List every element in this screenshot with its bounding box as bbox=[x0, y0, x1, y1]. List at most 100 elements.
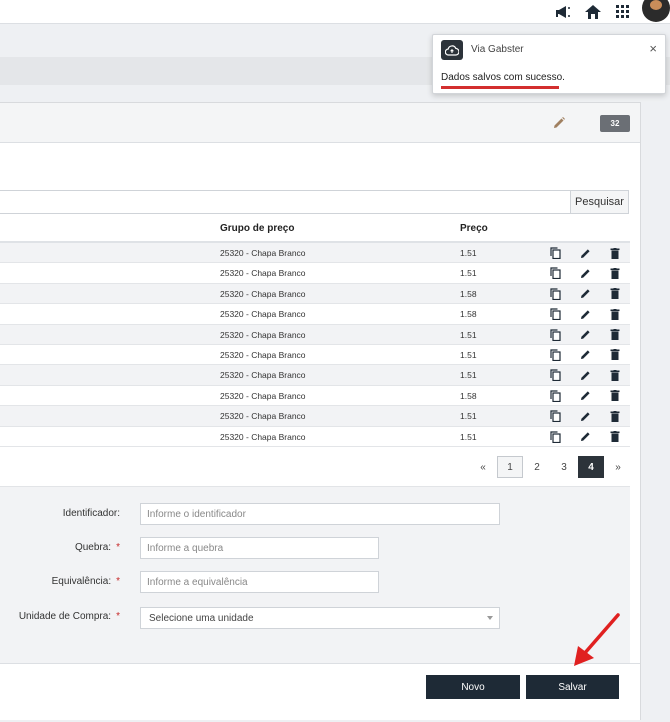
cell-preco: 1.51 bbox=[460, 329, 477, 340]
toast-message: Dados salvos com sucesso. bbox=[441, 72, 565, 83]
column-header-grupo: Grupo de preço bbox=[220, 223, 295, 234]
copy-icon[interactable] bbox=[548, 287, 562, 301]
chevron-down-icon bbox=[487, 616, 493, 620]
required-mark: * bbox=[116, 576, 120, 587]
table-row: 25320 - Chapa Branco 1.58 bbox=[0, 386, 630, 407]
label-equivalencia: Equivalência: * bbox=[52, 576, 120, 587]
apps-grid-icon[interactable] bbox=[608, 0, 638, 24]
cell-grupo: 25320 - Chapa Branco bbox=[220, 390, 306, 401]
identificador-input[interactable] bbox=[140, 503, 500, 525]
pencil-icon[interactable] bbox=[578, 430, 592, 444]
pencil-icon[interactable] bbox=[578, 246, 592, 260]
pencil-icon[interactable] bbox=[578, 307, 592, 321]
table-row: 25320 - Chapa Branco 1.58 bbox=[0, 304, 630, 325]
price-table: Grupo de preço Preço 25320 - Chapa Branc… bbox=[0, 214, 630, 447]
cell-grupo: 25320 - Chapa Branco bbox=[220, 288, 306, 299]
cloud-upload-icon bbox=[441, 40, 463, 60]
table-row: 25320 - Chapa Branco 1.51 bbox=[0, 324, 630, 345]
pencil-icon[interactable] bbox=[578, 389, 592, 403]
cell-grupo: 25320 - Chapa Branco bbox=[220, 268, 306, 279]
cell-grupo: 25320 - Chapa Branco bbox=[220, 309, 306, 320]
home-icon[interactable] bbox=[578, 0, 608, 24]
pagination-prev[interactable]: « bbox=[470, 456, 496, 478]
table-header: Grupo de preço Preço bbox=[0, 214, 630, 243]
salvar-button[interactable]: Salvar bbox=[526, 675, 619, 699]
highlight-underline bbox=[441, 86, 559, 89]
required-mark: * bbox=[116, 611, 120, 622]
unidade-select-value: Selecione uma unidade bbox=[149, 612, 254, 624]
count-badge: 32 bbox=[600, 115, 630, 132]
avatar[interactable] bbox=[642, 0, 670, 22]
pencil-icon[interactable] bbox=[578, 328, 592, 342]
page-2[interactable]: 2 bbox=[524, 456, 550, 478]
panel-header: 32 bbox=[0, 103, 640, 143]
pencil-icon[interactable] bbox=[578, 348, 592, 362]
trash-icon[interactable] bbox=[608, 368, 622, 382]
page-4-current[interactable]: 4 bbox=[578, 456, 604, 478]
table-row: 25320 - Chapa Branco 1.51 bbox=[0, 406, 630, 427]
trash-icon[interactable] bbox=[608, 266, 622, 280]
cell-grupo: 25320 - Chapa Branco bbox=[220, 349, 306, 360]
cell-preco: 1.58 bbox=[460, 288, 477, 299]
megaphone-icon[interactable] bbox=[548, 0, 578, 24]
label-equivalencia-text: Equivalência: bbox=[51, 576, 112, 587]
copy-icon[interactable] bbox=[548, 246, 562, 260]
copy-icon[interactable] bbox=[548, 430, 562, 444]
pagination: « 1 2 3 4 » bbox=[470, 456, 632, 478]
copy-icon[interactable] bbox=[548, 266, 562, 280]
cell-preco: 1.51 bbox=[460, 349, 477, 360]
quebra-input[interactable] bbox=[140, 537, 379, 559]
trash-icon[interactable] bbox=[608, 328, 622, 342]
unidade-select[interactable]: Selecione uma unidade bbox=[140, 607, 500, 629]
cell-preco: 1.58 bbox=[460, 309, 477, 320]
trash-icon[interactable] bbox=[608, 348, 622, 362]
cell-grupo: 25320 - Chapa Branco bbox=[220, 248, 306, 258]
pencil-icon[interactable] bbox=[578, 287, 592, 301]
copy-icon[interactable] bbox=[548, 348, 562, 362]
pagination-next[interactable]: » bbox=[605, 456, 631, 478]
pencil-icon[interactable] bbox=[552, 116, 566, 135]
page-3[interactable]: 3 bbox=[551, 456, 577, 478]
trash-icon[interactable] bbox=[608, 409, 622, 423]
label-identificador-text: Identificador: bbox=[62, 508, 120, 519]
cell-grupo: 25320 - Chapa Branco bbox=[220, 329, 306, 340]
search-input[interactable] bbox=[0, 190, 571, 214]
copy-icon[interactable] bbox=[548, 307, 562, 321]
search-button[interactable]: Pesquisar bbox=[570, 190, 629, 214]
table-row: 25320 - Chapa Branco 1.51 bbox=[0, 365, 630, 386]
top-navbar bbox=[0, 0, 670, 24]
label-quebra-text: Quebra: bbox=[74, 542, 112, 553]
form-footer: Novo Salvar bbox=[0, 663, 640, 720]
table-row: 25320 - Chapa Branco 1.51 bbox=[0, 263, 630, 284]
cell-preco: 1.51 bbox=[460, 411, 477, 422]
cell-grupo: 25320 - Chapa Branco bbox=[220, 411, 306, 422]
trash-icon[interactable] bbox=[608, 307, 622, 321]
cell-preco: 1.51 bbox=[460, 431, 477, 442]
label-unidade: Unidade de Compra: * bbox=[19, 611, 120, 622]
novo-button[interactable]: Novo bbox=[426, 675, 520, 699]
table-body: 25320 - Chapa Branco 1.51 25320 - Chapa Br… bbox=[0, 243, 630, 447]
label-quebra: Quebra: * bbox=[75, 542, 120, 553]
close-icon[interactable]: × bbox=[649, 42, 657, 55]
pencil-icon[interactable] bbox=[578, 266, 592, 280]
equivalencia-input[interactable] bbox=[140, 571, 379, 593]
table-row: 25320 - Chapa Branco 1.51 bbox=[0, 345, 630, 366]
trash-icon[interactable] bbox=[608, 430, 622, 444]
pencil-icon[interactable] bbox=[578, 409, 592, 423]
cell-preco: 1.51 bbox=[460, 370, 477, 381]
table-row: 25320 - Chapa Branco 1.51 bbox=[0, 427, 630, 447]
trash-icon[interactable] bbox=[608, 246, 622, 260]
trash-icon[interactable] bbox=[608, 287, 622, 301]
pencil-icon[interactable] bbox=[578, 368, 592, 382]
cell-preco: 1.51 bbox=[460, 268, 477, 279]
edit-form: Identificador: Quebra: * Equivalência: * U… bbox=[0, 486, 630, 666]
trash-icon[interactable] bbox=[608, 389, 622, 403]
copy-icon[interactable] bbox=[548, 409, 562, 423]
copy-icon[interactable] bbox=[548, 389, 562, 403]
copy-icon[interactable] bbox=[548, 368, 562, 382]
page-1[interactable]: 1 bbox=[497, 456, 523, 478]
copy-icon[interactable] bbox=[548, 328, 562, 342]
label-identificador: Identificador: bbox=[63, 508, 120, 519]
annotation-arrow bbox=[574, 613, 620, 666]
cell-grupo: 25320 - Chapa Branco bbox=[220, 431, 306, 442]
